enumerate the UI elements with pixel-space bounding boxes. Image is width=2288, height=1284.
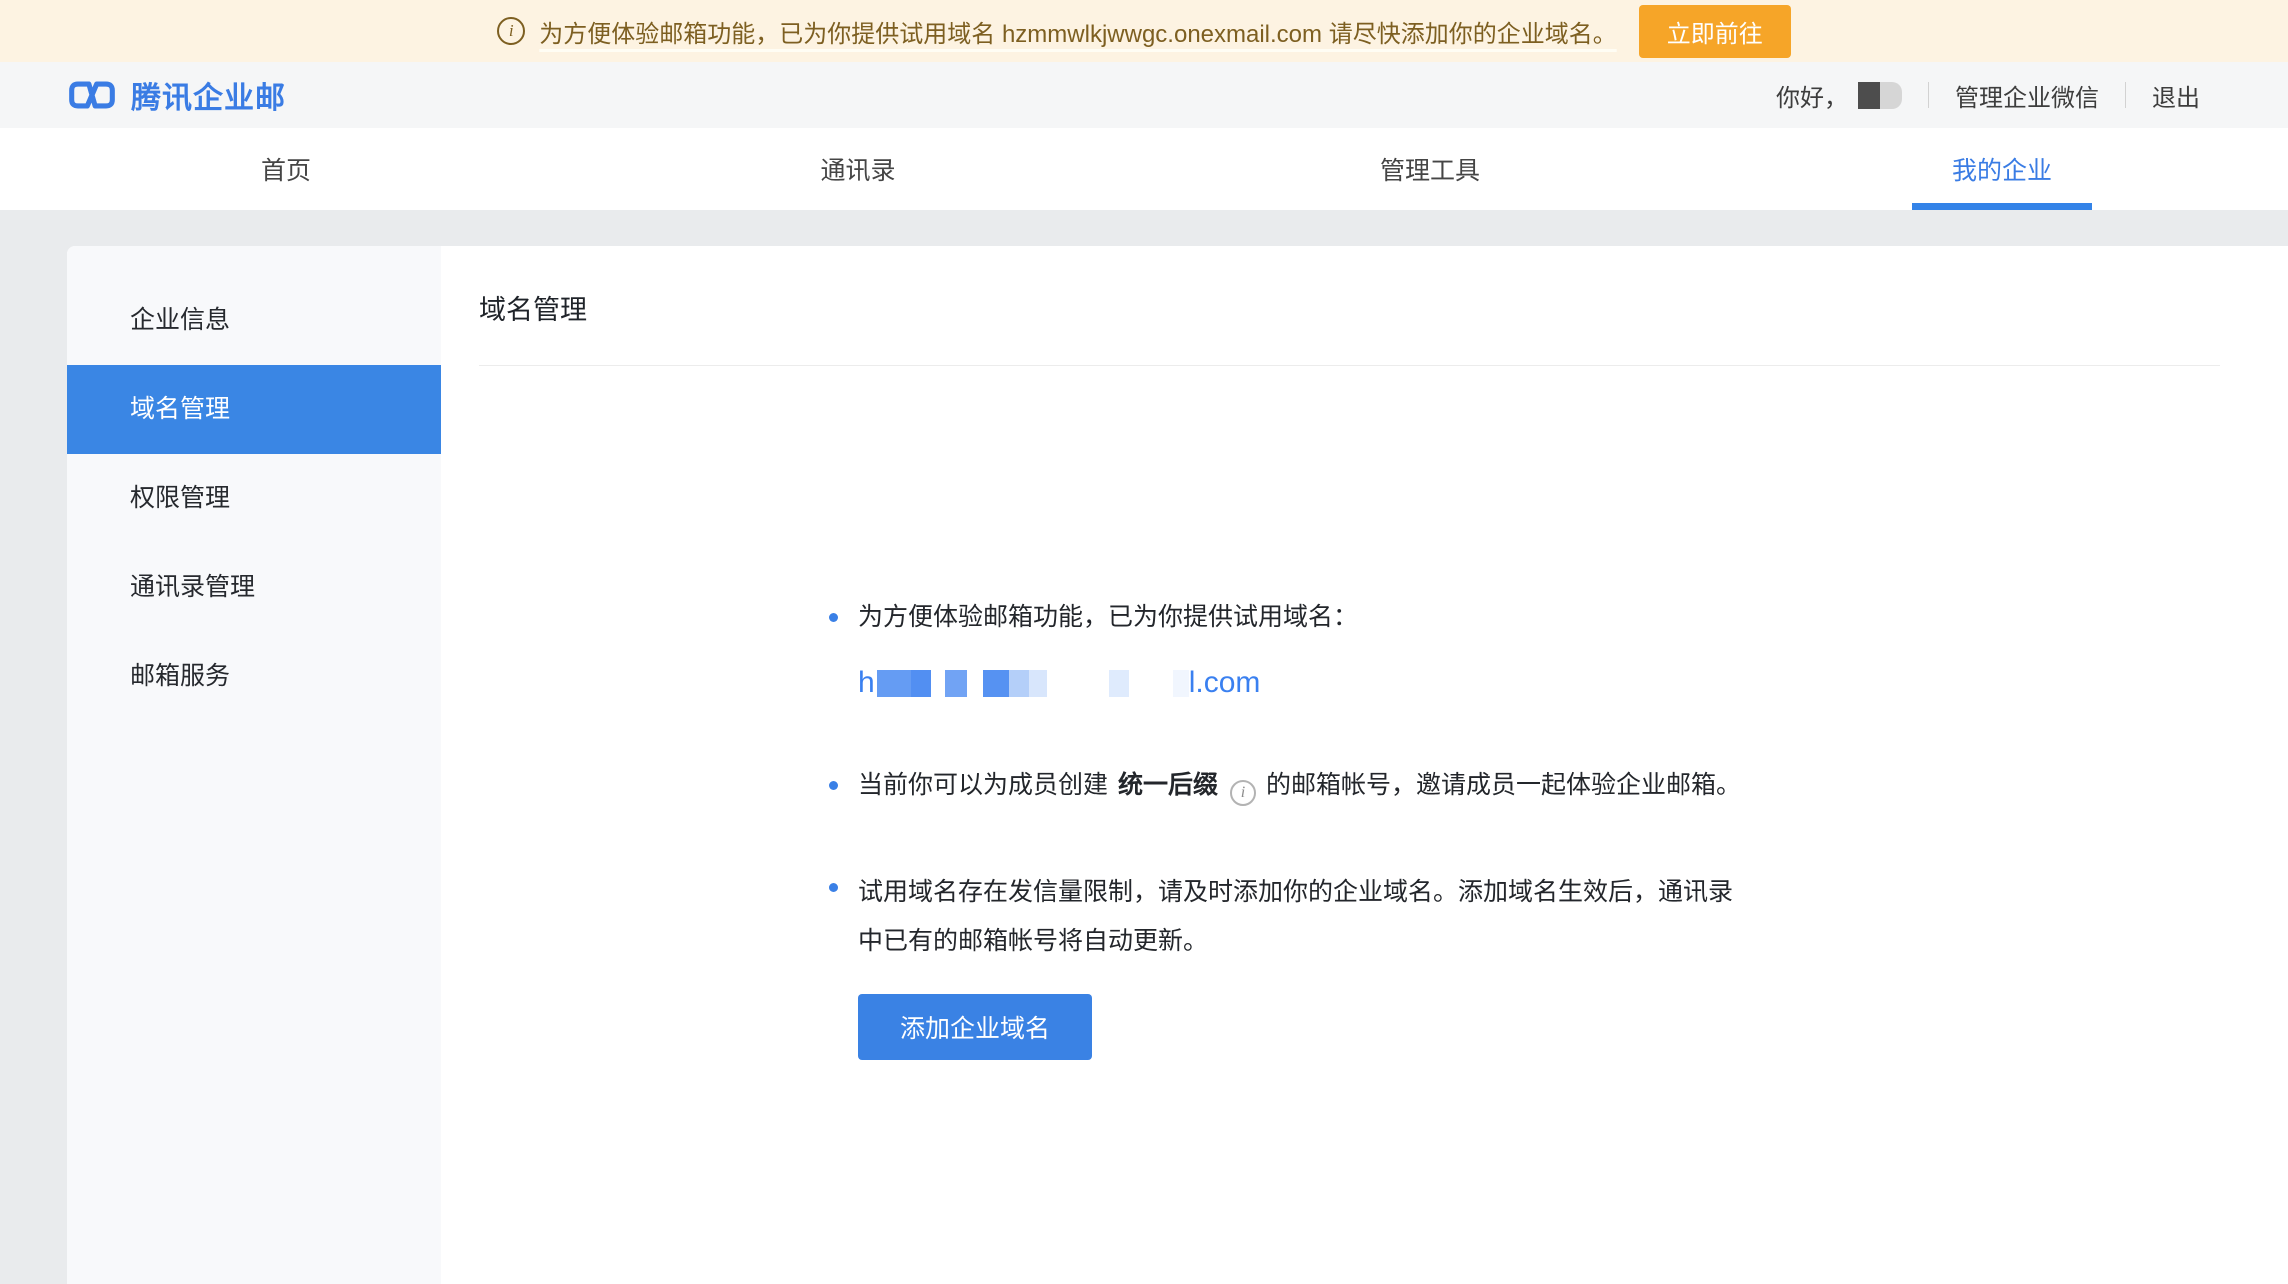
domain-redaction-block: [1009, 670, 1029, 697]
unified-suffix-info-icon[interactable]: i: [1230, 780, 1256, 806]
page-background: 企业信息 域名管理 权限管理 通讯录管理 邮箱服务 域名管理 为方便体验邮箱功能…: [0, 210, 2288, 1284]
sidebar-item-domain-management[interactable]: 域名管理: [67, 365, 441, 454]
info-bullet-list: 为方便体验邮箱功能，已为你提供试用域名： h l.com: [829, 598, 2220, 1060]
bullet-sending-limit: 试用域名存在发信量限制，请及时添加你的企业域名。添加域名生效后，通讯录 中已有的…: [829, 868, 2220, 1060]
content-card: 企业信息 域名管理 权限管理 通讯录管理 邮箱服务 域名管理 为方便体验邮箱功能…: [67, 246, 2288, 1284]
trial-notice-message-group: i 为方便体验邮箱功能，已为你提供试用域名 hzmmwlkjwwgc.onexm…: [497, 14, 1616, 49]
tab-admin-tools[interactable]: 管理工具: [1144, 128, 1716, 210]
logout-link[interactable]: 退出: [2152, 78, 2200, 113]
active-tab-indicator: [1912, 203, 2092, 210]
main-content: 域名管理 为方便体验邮箱功能，已为你提供试用域名： h: [441, 246, 2288, 1284]
header-divider: [1928, 82, 1929, 108]
domain-redaction-block: [1109, 670, 1129, 697]
bullet-dot: [829, 883, 838, 892]
bullet-unified-suffix: 当前你可以为成员创建统一后缀 i 的邮箱帐号，邀请成员一起体验企业邮箱。: [829, 766, 2220, 806]
trial-domain-link[interactable]: h l.com: [858, 664, 2220, 702]
sidebar-item-contacts-management[interactable]: 通讯录管理: [67, 543, 441, 632]
bullet-dot: [829, 613, 838, 622]
sidebar-item-permission-management[interactable]: 权限管理: [67, 454, 441, 543]
app-header: 腾讯企业邮 你好， 管理企业微信 退出: [0, 62, 2288, 128]
title-divider: [479, 365, 2220, 366]
header-right: 你好， 管理企业微信 退出: [1776, 78, 2200, 113]
info-circle-icon: i: [497, 17, 525, 45]
header-divider: [2125, 82, 2126, 108]
domain-redaction-block: [945, 670, 967, 697]
greeting-label: 你好，: [1776, 78, 1848, 113]
domain-redaction-block: [877, 670, 911, 697]
domain-prefix: h: [858, 664, 875, 702]
add-domain-button[interactable]: 添加企业域名: [858, 994, 1092, 1060]
primary-nav: 首页 通讯录 管理工具 我的企业: [0, 128, 2288, 210]
go-now-button[interactable]: 立即前往: [1639, 5, 1791, 58]
exmail-logo-icon: [67, 78, 117, 112]
domain-redaction-block: [1029, 670, 1047, 697]
sidebar-item-company-info[interactable]: 企业信息: [67, 276, 441, 365]
domain-redaction-block: [911, 670, 931, 697]
trial-notice-text: 为方便体验邮箱功能，已为你提供试用域名 hzmmwlkjwwgc.onexmai…: [539, 14, 1616, 49]
unified-suffix-pre: 当前你可以为成员创建: [858, 771, 1108, 799]
manage-wecom-link[interactable]: 管理企业微信: [1955, 78, 2099, 113]
domain-redaction-block: [983, 670, 1009, 697]
page-title: 域名管理: [479, 288, 2220, 327]
domain-redaction-block: [1173, 670, 1189, 697]
sending-limit-line2: 中已有的邮箱帐号将自动更新。: [858, 917, 2220, 966]
bullet-trial-domain: 为方便体验邮箱功能，已为你提供试用域名： h l.com: [829, 598, 2220, 702]
domain-suffix: l.com: [1189, 664, 1261, 702]
user-name-redacted: [1858, 82, 1902, 109]
tab-my-company[interactable]: 我的企业: [1716, 128, 2288, 210]
unified-suffix-bold: 统一后缀: [1118, 771, 1218, 799]
sidebar-item-mail-service[interactable]: 邮箱服务: [67, 632, 441, 721]
trial-domain-text: 为方便体验邮箱功能，已为你提供试用域名：: [858, 598, 2220, 636]
tab-contacts[interactable]: 通讯录: [572, 128, 1144, 210]
settings-sidebar: 企业信息 域名管理 权限管理 通讯录管理 邮箱服务: [67, 246, 441, 1284]
sending-limit-line1: 试用域名存在发信量限制，请及时添加你的企业域名。添加域名生效后，通讯录: [858, 868, 2220, 917]
unified-suffix-post: 的邮箱帐号，邀请成员一起体验企业邮箱。: [1266, 771, 1741, 799]
bullet-dot: [829, 781, 838, 790]
brand-name: 腾讯企业邮: [131, 73, 286, 117]
tab-home[interactable]: 首页: [0, 128, 572, 210]
brand-logo[interactable]: 腾讯企业邮: [67, 73, 286, 117]
trial-notice-banner: i 为方便体验邮箱功能，已为你提供试用域名 hzmmwlkjwwgc.onexm…: [0, 0, 2288, 62]
